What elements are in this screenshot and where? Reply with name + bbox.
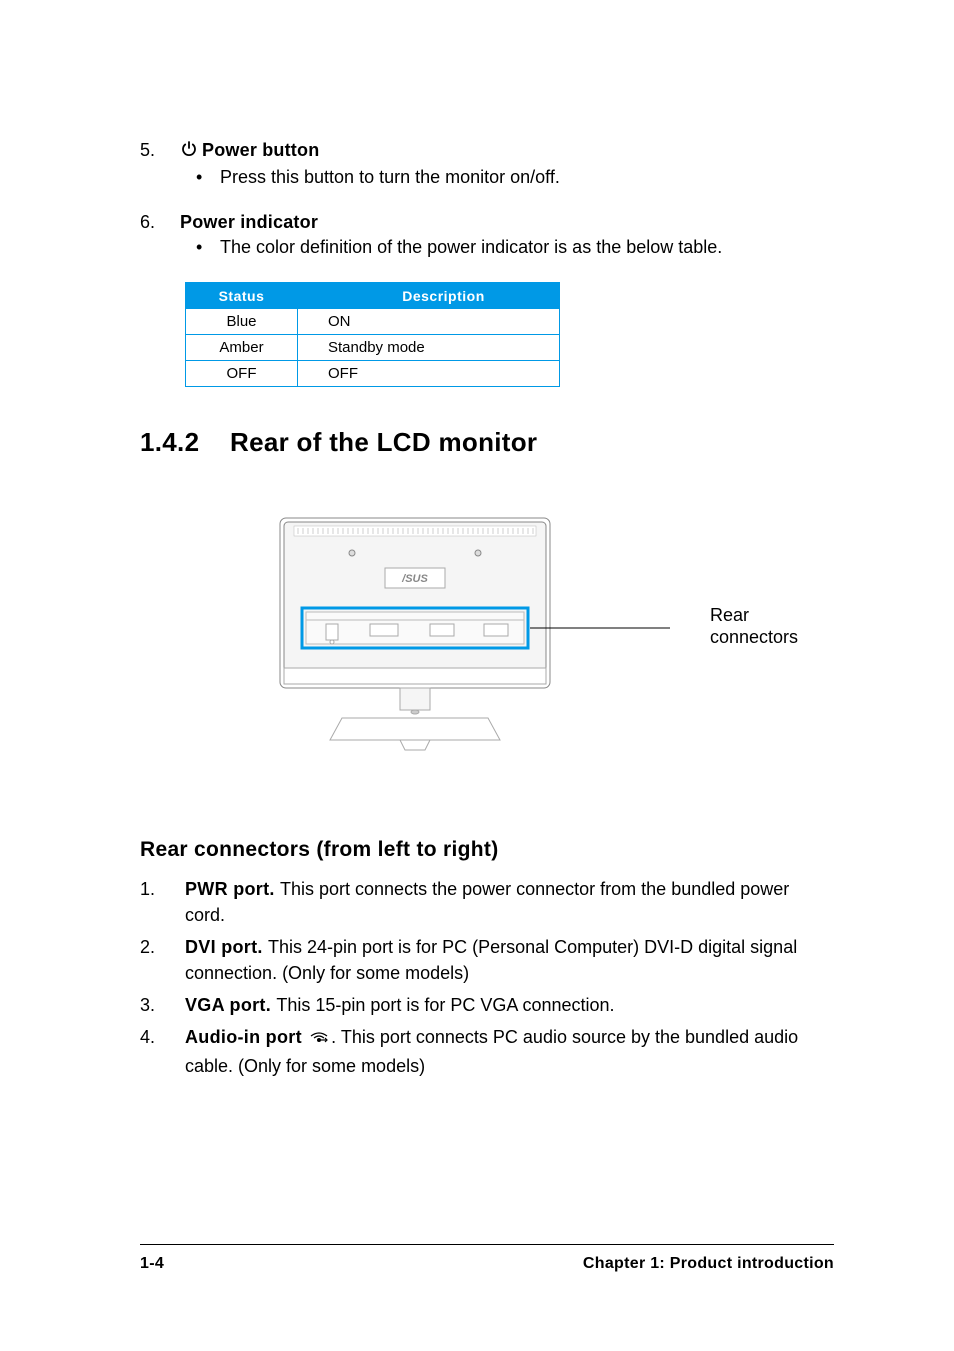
callout-line2: connectors (710, 627, 798, 647)
footer-rule (140, 1244, 834, 1245)
table-header: Status (186, 283, 298, 309)
bullet-item: • Press this button to turn the monitor … (140, 167, 834, 188)
item-number: 4. (140, 1024, 185, 1079)
item-number: 1. (140, 876, 185, 928)
item-number: 5. (140, 140, 180, 163)
page-footer: 1-4 Chapter 1: Product introduction (140, 1244, 834, 1273)
connector-item: 1. PWR port. This port connects the powe… (140, 876, 834, 928)
item-number: 6. (140, 212, 180, 233)
section-title: Rear of the LCD monitor (230, 427, 537, 457)
connector-lead: PWR port. (185, 879, 280, 899)
item-number: 3. (140, 992, 185, 1018)
item-title: Power button (180, 140, 319, 163)
table-row: Blue ON (186, 309, 560, 335)
item-title-text: Power button (202, 140, 319, 160)
connector-item: 4. Audio-in port . This port connects PC… (140, 1024, 834, 1079)
audio-in-icon (309, 1027, 329, 1053)
page-number: 1-4 (140, 1255, 164, 1273)
connector-lead: VGA port. (185, 995, 276, 1015)
table-cell: ON (298, 309, 560, 335)
connector-text: This 15-pin port is for PC VGA connectio… (276, 995, 614, 1015)
chapter-title: Chapter 1: Product introduction (583, 1255, 834, 1273)
bullet-item: • The color definition of the power indi… (140, 237, 834, 258)
sub-heading: Rear connectors (from left to right) (140, 838, 834, 862)
callout-line1: Rear (710, 605, 749, 625)
bullet-text: The color definition of the power indica… (220, 237, 722, 258)
table-cell: OFF (186, 361, 298, 387)
figure-callout: Rear connectors (710, 604, 798, 648)
connector-item: 2. DVI port. This 24-pin port is for PC … (140, 934, 834, 986)
connector-lead: Audio-in port (185, 1027, 307, 1047)
bullet-icon: • (196, 237, 220, 258)
bullet-text: Press this button to turn the monitor on… (220, 167, 560, 188)
svg-text:/SUS: /SUS (401, 573, 428, 585)
table-cell: Blue (186, 309, 298, 335)
table-cell: OFF (298, 361, 560, 387)
connector-item: 3. VGA port. This 15-pin port is for PC … (140, 992, 834, 1018)
table-row: Amber Standby mode (186, 335, 560, 361)
item-number: 2. (140, 934, 185, 986)
section-heading: 1.4.2Rear of the LCD monitor (140, 427, 834, 458)
monitor-rear-figure: /SUS Rear connectors (270, 508, 790, 758)
power-icon (180, 140, 198, 163)
list-item-5: 5. Power button (140, 140, 834, 163)
table-header-row: Status Description (186, 283, 560, 309)
item-title: Power indicator (180, 212, 318, 233)
power-indicator-table: Status Description Blue ON Amber Standby… (185, 282, 834, 387)
connector-lead: DVI port. (185, 937, 268, 957)
document-page: 5. Power button • Press this button to t… (0, 0, 954, 1351)
table-row: OFF OFF (186, 361, 560, 387)
table-cell: Amber (186, 335, 298, 361)
connector-text: This 24-pin port is for PC (Personal Com… (185, 937, 797, 983)
table-header: Description (298, 283, 560, 309)
bullet-icon: • (196, 167, 220, 188)
section-number: 1.4.2 (140, 427, 230, 458)
table-cell: Standby mode (298, 335, 560, 361)
list-item-6: 6. Power indicator (140, 212, 834, 233)
